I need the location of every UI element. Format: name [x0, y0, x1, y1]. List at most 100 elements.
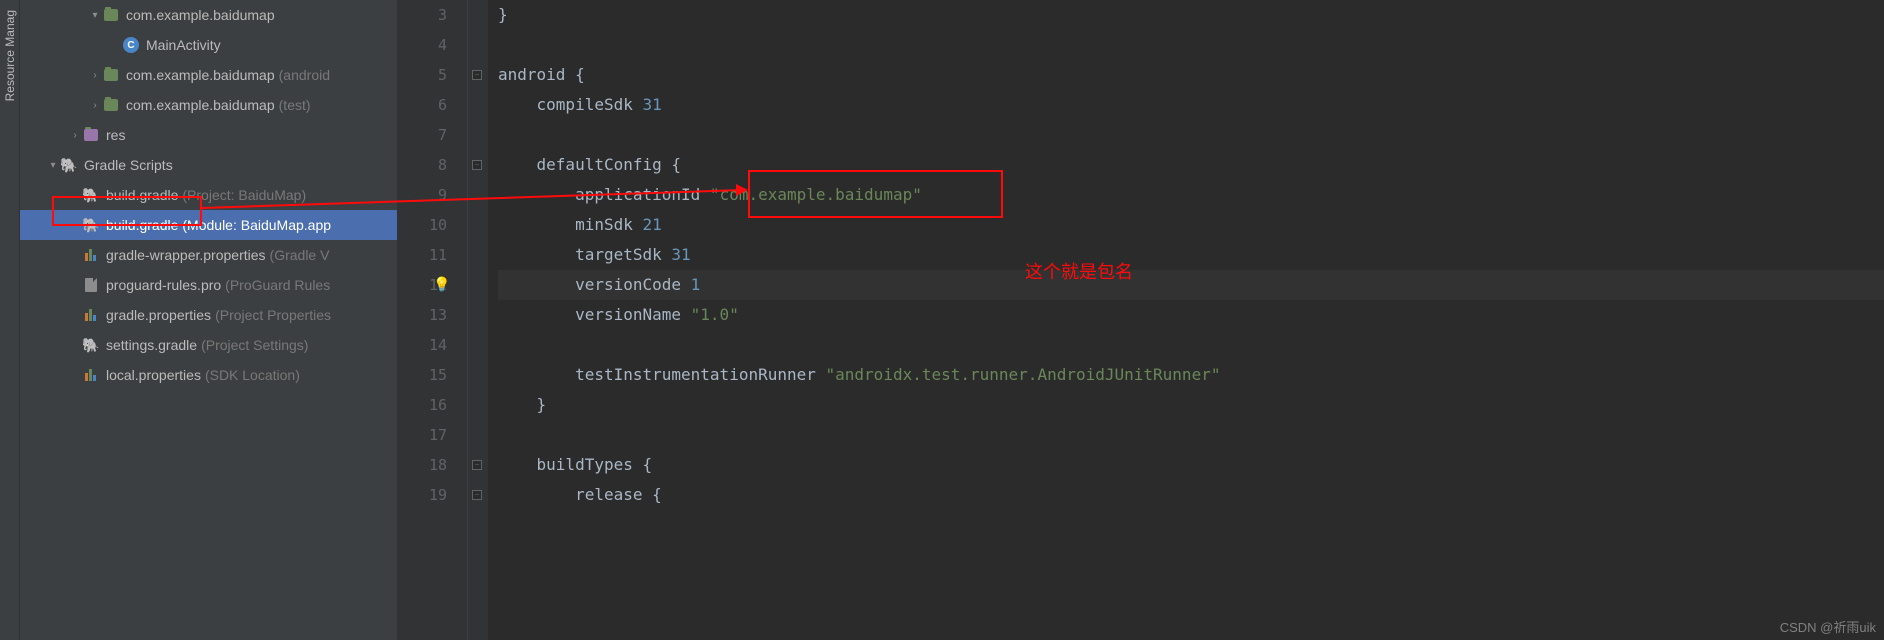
fold-marker[interactable]: − [472, 490, 482, 500]
tree-gradle-scripts[interactable]: ▾ 🐘 Gradle Scripts [20, 150, 397, 180]
tree-label: local.properties [106, 367, 201, 383]
gradle-icon: 🐘 [60, 156, 78, 174]
code-text: { [671, 155, 681, 174]
tree-package-main[interactable]: ▾ com.example.baidumap [20, 0, 397, 30]
line-number: 6 [398, 90, 447, 120]
tree-local-properties[interactable]: local.properties (SDK Location) [20, 360, 397, 390]
tree-hint: (Project Settings) [201, 337, 308, 353]
tree-hint: (Project: BaiduMap) [182, 187, 306, 203]
code-text: defaultConfig [498, 155, 671, 174]
code-number: 21 [643, 215, 662, 234]
tree-label: build.gradle [106, 187, 178, 203]
line-number: 7 [398, 120, 447, 150]
fold-marker[interactable]: − [472, 160, 482, 170]
code-text: versionCode [498, 275, 691, 294]
properties-icon [82, 306, 100, 324]
tree-label: Gradle Scripts [84, 157, 173, 173]
chevron-right-icon: › [88, 70, 102, 81]
class-icon: C [122, 36, 140, 54]
code-text: { [652, 485, 662, 504]
code-text: applicationId [498, 185, 710, 204]
code-area[interactable]: } android { compileSdk 31 defaultConfig … [488, 0, 1884, 640]
tree-proguard[interactable]: proguard-rules.pro (ProGuard Rules [20, 270, 397, 300]
line-number: 5 [398, 60, 447, 90]
tree-label: settings.gradle [106, 337, 197, 353]
code-text: } [498, 395, 546, 414]
tree-gradle-properties[interactable]: gradle.properties (Project Properties [20, 300, 397, 330]
line-number: 8 [398, 150, 447, 180]
resource-manager-tab[interactable]: Resource Manag [0, 0, 20, 640]
chevron-right-icon: › [88, 100, 102, 111]
code-number: 31 [643, 95, 662, 114]
fold-marker[interactable]: − [472, 70, 482, 80]
tree-label: res [106, 127, 125, 143]
tree-build-gradle-project[interactable]: 🐘 build.gradle (Project: BaiduMap) [20, 180, 397, 210]
line-number: 19 [398, 480, 447, 510]
tree-gradle-wrapper[interactable]: gradle-wrapper.properties (Gradle V [20, 240, 397, 270]
code-text: release [498, 485, 652, 504]
fold-column[interactable]: − − − − [468, 0, 488, 640]
line-number: 14 [398, 330, 447, 360]
tree-label: gradle.properties [106, 307, 211, 323]
line-number: 13 [398, 300, 447, 330]
line-number: 18 [398, 450, 447, 480]
properties-icon [82, 366, 100, 384]
gradle-icon: 🐘 [82, 186, 100, 204]
tree-package-test[interactable]: › com.example.baidumap (test) [20, 90, 397, 120]
fold-marker[interactable]: − [472, 460, 482, 470]
file-icon [82, 276, 100, 294]
tree-settings-gradle[interactable]: 🐘 settings.gradle (Project Settings) [20, 330, 397, 360]
tree-label: build.gradle [106, 217, 178, 233]
code-number: 31 [671, 245, 690, 264]
code-string: "com.example.baidumap" [710, 185, 922, 204]
tree-hint: (Module: BaiduMap.app [182, 217, 331, 233]
tree-label: com.example.baidumap [126, 67, 275, 83]
tree-hint: (Project Properties [215, 307, 331, 323]
tree-build-gradle-module[interactable]: 🐘 build.gradle (Module: BaiduMap.app [20, 210, 397, 240]
code-text: minSdk [498, 215, 643, 234]
tree-hint: (SDK Location) [205, 367, 300, 383]
folder-icon [82, 126, 100, 144]
line-number: 17 [398, 420, 447, 450]
tree-res[interactable]: › res [20, 120, 397, 150]
code-text: { [643, 455, 653, 474]
tree-label: com.example.baidumap [126, 97, 275, 113]
line-number: 16 [398, 390, 447, 420]
code-editor[interactable]: 3 4 5 6 7 8 9 10 11 12 13 14 15 16 17 18… [398, 0, 1884, 640]
tree-label: gradle-wrapper.properties [106, 247, 266, 263]
code-number: 1 [691, 275, 701, 294]
gradle-icon: 🐘 [82, 336, 100, 354]
watermark: CSDN @祈雨uik [1780, 617, 1876, 636]
line-number: 3 [398, 0, 447, 30]
tree-main-activity[interactable]: C MainActivity [20, 30, 397, 60]
chevron-down-icon: ▾ [88, 10, 102, 21]
tree-label: proguard-rules.pro [106, 277, 221, 293]
folder-icon [102, 96, 120, 114]
folder-icon [102, 66, 120, 84]
tree-package-androidtest[interactable]: › com.example.baidumap (android [20, 60, 397, 90]
line-number: 4 [398, 30, 447, 60]
code-text: { [575, 65, 585, 84]
line-number: 11 [398, 240, 447, 270]
code-string: "1.0" [691, 305, 739, 324]
code-text: buildTypes [498, 455, 643, 474]
side-tab-label: Resource Manag [3, 10, 17, 101]
properties-icon [82, 246, 100, 264]
code-text: targetSdk [498, 245, 671, 264]
tree-hint: (ProGuard Rules [225, 277, 330, 293]
project-tree[interactable]: ▾ com.example.baidumap C MainActivity › … [20, 0, 398, 640]
code-string: "androidx.test.runner.AndroidJUnitRunner… [826, 365, 1221, 384]
code-text: compileSdk [498, 95, 643, 114]
line-number: 10 [398, 210, 447, 240]
folder-icon [102, 6, 120, 24]
tree-label: MainActivity [146, 37, 221, 53]
tree-hint: (Gradle V [270, 247, 330, 263]
code-text: } [498, 5, 508, 24]
code-text: versionName [498, 305, 691, 324]
chevron-right-icon: › [68, 130, 82, 141]
chevron-down-icon: ▾ [46, 160, 60, 171]
annotation-text: 这个就是包名 [1025, 258, 1133, 284]
bulb-icon[interactable]: 💡 [433, 270, 450, 300]
line-number: 9 [398, 180, 447, 210]
line-number: 15 [398, 360, 447, 390]
